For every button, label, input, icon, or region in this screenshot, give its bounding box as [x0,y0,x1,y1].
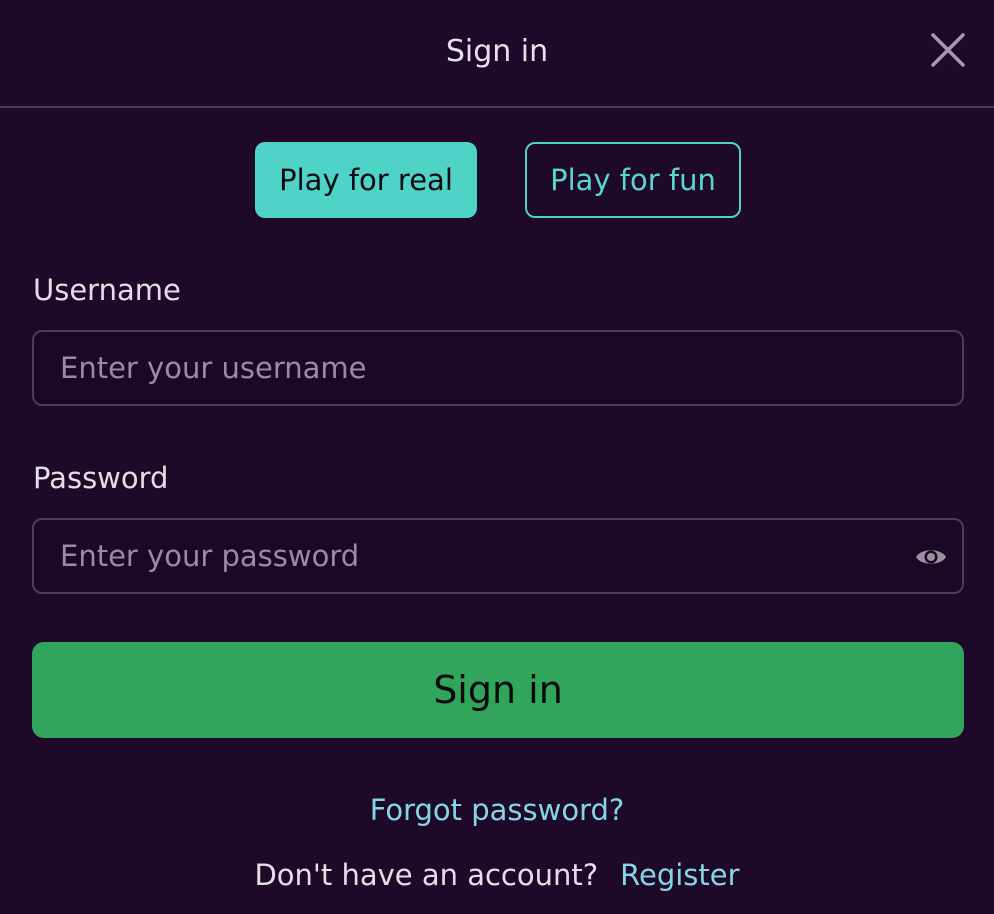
password-input[interactable] [34,520,962,592]
sign-in-modal: Sign in Play for real Play for fun Usern… [0,0,994,914]
username-field-wrapper [32,330,964,406]
play-for-real-button[interactable]: Play for real [255,142,477,218]
modal-title: Sign in [445,34,549,69]
register-link[interactable]: Register [620,858,739,892]
eye-icon [916,550,946,564]
show-password-toggle[interactable] [914,542,948,572]
play-for-fun-button[interactable]: Play for fun [525,142,741,218]
username-label: Username [33,273,181,307]
sign-in-button[interactable]: Sign in [32,642,964,738]
username-input[interactable] [34,332,962,404]
forgot-password-link[interactable]: Forgot password? [0,792,994,828]
password-label: Password [33,461,169,495]
password-field-wrapper [32,518,964,594]
modal-header: Sign in [0,0,994,108]
close-button[interactable] [928,30,968,70]
register-row: Don't have an account? Register [0,857,994,893]
close-icon [931,33,965,67]
no-account-text: Don't have an account? [254,858,599,892]
